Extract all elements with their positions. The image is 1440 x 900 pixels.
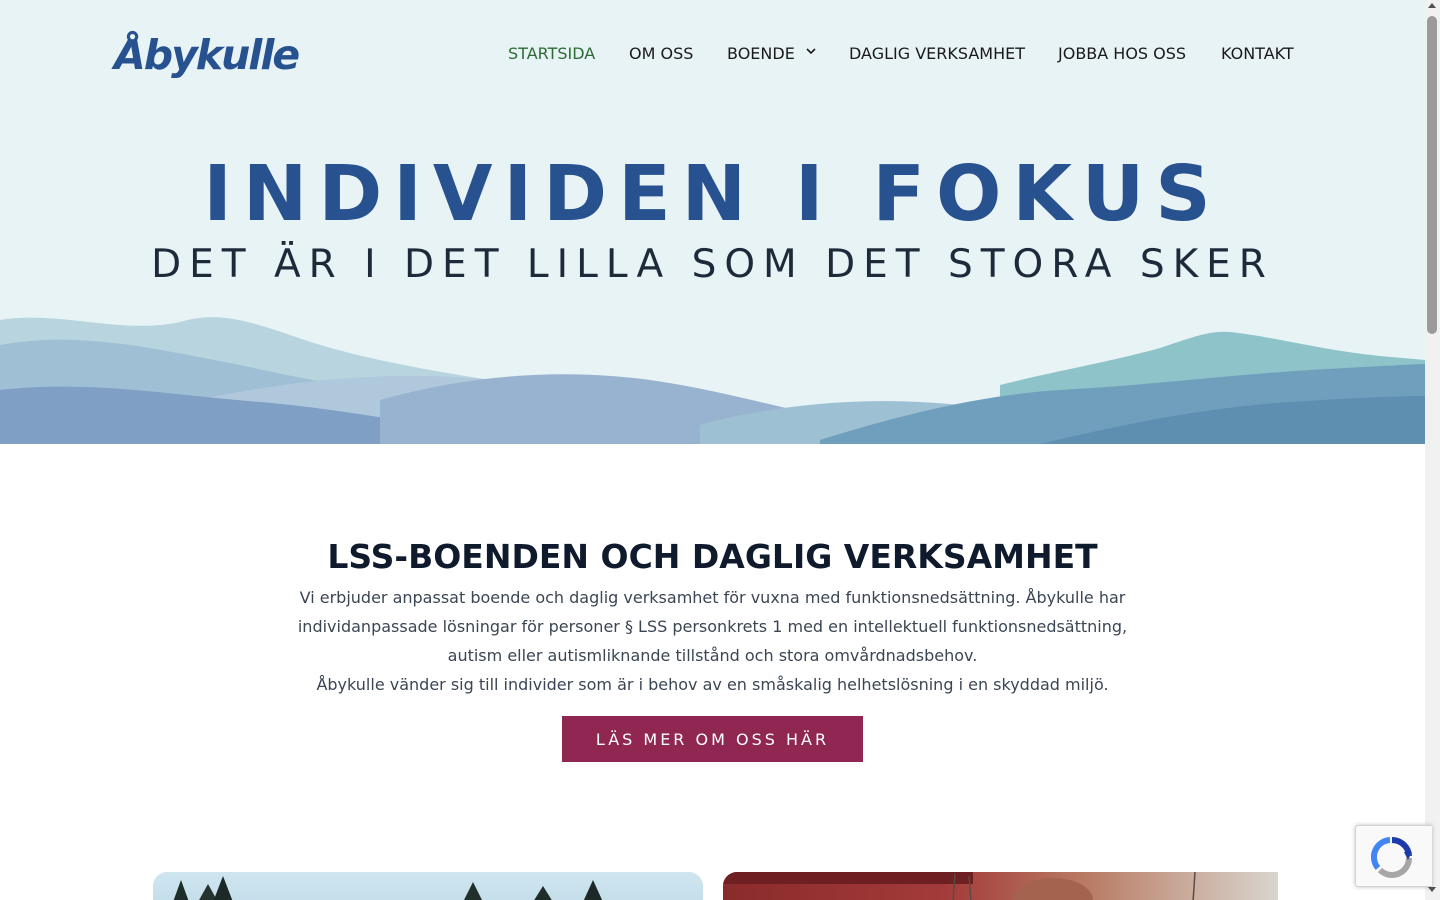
recaptcha-logo-icon — [1371, 836, 1412, 878]
section-heading: LSS-BOENDEN OCH DAGLIG VERKSAMHET — [327, 537, 1098, 576]
nav-item-boende[interactable]: BOENDE — [727, 42, 819, 66]
read-more-button[interactable]: LÄS MER OM OSS HÄR — [562, 716, 863, 762]
mountain-landscape-illustration — [0, 317, 1425, 444]
intro-paragraph: Vi erbjuder anpassat boende och daglig v… — [297, 588, 1128, 665]
boende-image-card[interactable] — [153, 872, 703, 900]
hero-title: INDIVIDEN I FOKUS — [203, 150, 1222, 239]
verksamhet-image-card[interactable] — [723, 872, 1278, 900]
main-navigation: STARTSIDA OM OSS BOENDE DAGLIG VERKSAMHE… — [0, 42, 1425, 66]
hero-header: Åbykulle STARTSIDA OM OSS BOENDE DAGLIG … — [0, 0, 1425, 444]
nav-item-jobba-hos-oss[interactable]: JOBBA HOS OSS — [1058, 42, 1186, 66]
nav-item-daglig-verksamhet[interactable]: DAGLIG VERKSAMHET — [849, 42, 1025, 66]
intro-text: Vi erbjuder anpassat boende och daglig v… — [290, 583, 1135, 699]
scroll-up-arrow-icon[interactable] — [1428, 3, 1436, 8]
chevron-down-icon — [806, 47, 816, 55]
nav-item-boende-label: BOENDE — [727, 44, 795, 63]
nav-item-kontakt[interactable]: KONTAKT — [1221, 42, 1294, 66]
scroll-down-arrow-icon[interactable] — [1428, 887, 1436, 892]
nav-item-om-oss[interactable]: OM OSS — [629, 42, 693, 66]
recaptcha-badge[interactable] — [1355, 825, 1432, 887]
page: Åbykulle STARTSIDA OM OSS BOENDE DAGLIG … — [0, 0, 1425, 900]
building-photo — [723, 872, 1196, 900]
scrollbar-thumb[interactable] — [1427, 16, 1437, 334]
nav-item-startsida[interactable]: STARTSIDA — [508, 42, 595, 66]
intro-paragraph: Åbykulle vänder sig till individer som ä… — [316, 675, 1109, 694]
trees-photo — [173, 876, 603, 900]
hero-subtitle: DET ÄR I DET LILLA SOM DET STORA SKER — [151, 242, 1274, 287]
page-scrollbar[interactable] — [1425, 0, 1440, 900]
